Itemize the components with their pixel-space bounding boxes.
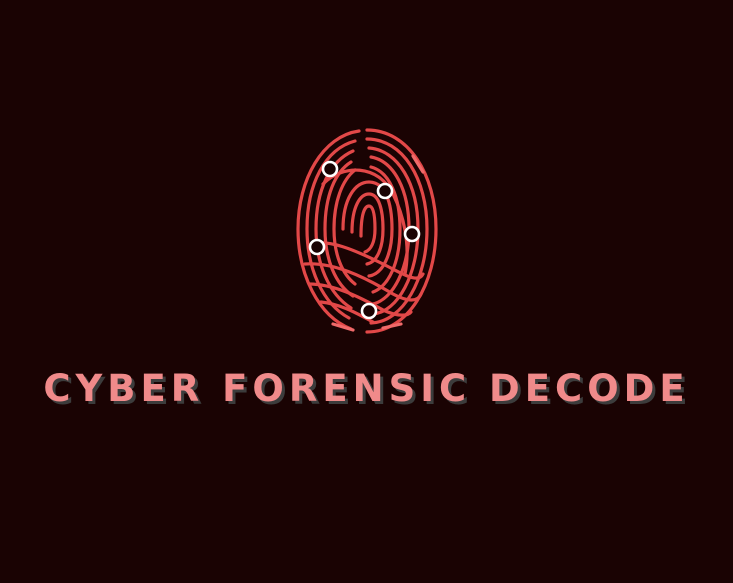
minutia-marker xyxy=(360,302,378,320)
minutia-marker xyxy=(308,238,326,256)
minutia-marker xyxy=(403,225,421,243)
minutia-marker xyxy=(321,160,339,178)
logo-wordmark: CYBER FORENSIC DECODE xyxy=(43,367,690,410)
ridge-core-3 xyxy=(359,204,377,254)
minutia-marker xyxy=(376,182,394,200)
fingerprint-icon xyxy=(296,128,438,334)
ridge-4a xyxy=(369,155,411,306)
logo-canvas: CYBER FORENSIC DECODE xyxy=(0,0,733,583)
ridge-dash-2 xyxy=(381,322,403,330)
